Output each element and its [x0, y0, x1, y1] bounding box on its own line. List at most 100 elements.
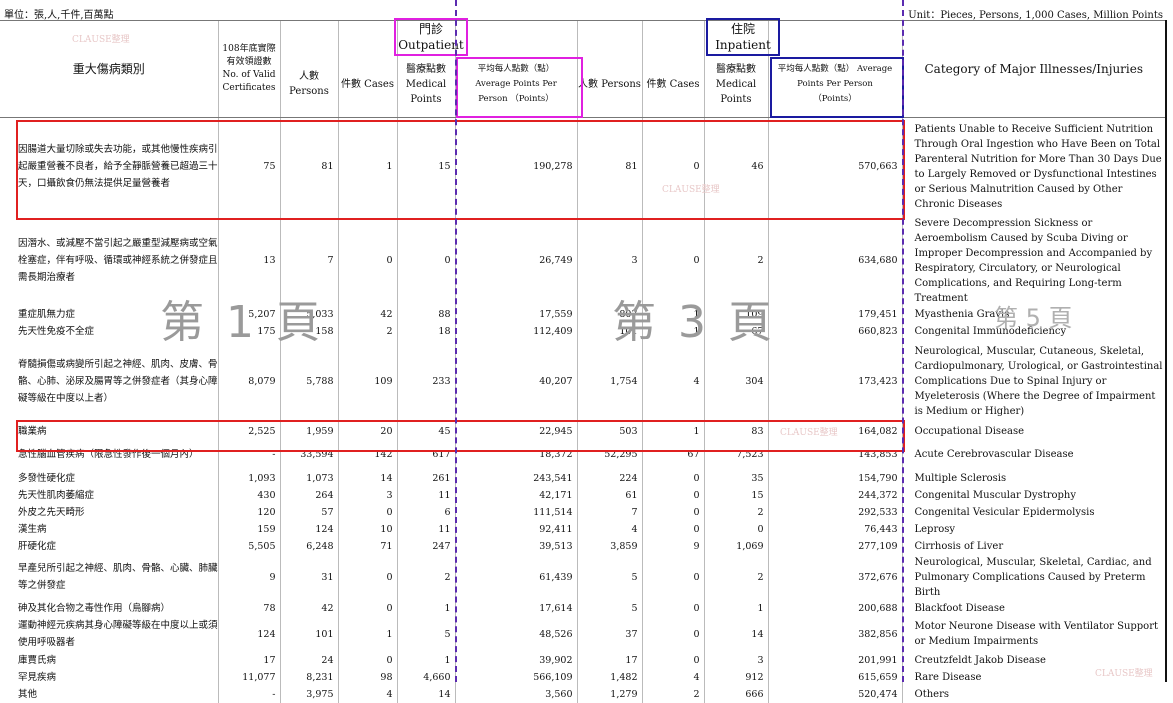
cell-category-en: Neurological, Muscular, Skeletal, Cardia… — [901, 554, 1165, 600]
cell-op-points: 1 — [396, 599, 455, 617]
cell-op-cases: 3 — [337, 486, 397, 504]
cell-op-points: 247 — [396, 537, 455, 555]
watermark-clause: CLAUSE整理 — [780, 428, 838, 438]
cell-ip-persons: 5 — [576, 554, 642, 600]
cell-op-cases: 1 — [337, 616, 397, 652]
cell-ip-persons: 1,754 — [576, 339, 642, 423]
cell-op-points: 261 — [396, 469, 455, 487]
cell-ip-cases: 0 — [641, 520, 704, 538]
cell-op-avg: 3,560 — [454, 685, 577, 703]
cell-ip-points: 35 — [703, 469, 768, 487]
cell-op-points: 88 — [396, 305, 455, 323]
cell-op-points: 233 — [396, 339, 455, 423]
unit-bar: 單位：張,人,千件,百萬點 Unit：Pieces, Persons, 1,00… — [0, 0, 1173, 21]
cell-ip-points: 1,069 — [703, 537, 768, 555]
cell-ip-points: 912 — [703, 668, 768, 686]
cell-ip-avg: 201,991 — [767, 651, 902, 669]
cell-ip-avg: 634,680 — [767, 215, 902, 306]
cell-op-persons: 101 — [279, 616, 338, 652]
outpatient-avg-highlight — [456, 57, 583, 118]
cell-ip-points: 666 — [703, 685, 768, 703]
cell-ip-points: 2 — [703, 554, 768, 600]
cell-op-points: 5 — [396, 616, 455, 652]
cell-op-persons: 42 — [279, 599, 338, 617]
cell-op-avg: 112,409 — [454, 322, 577, 340]
cell-ip-persons: 61 — [576, 486, 642, 504]
cell-op-cases: 0 — [337, 215, 397, 306]
cell-op-cases: 2 — [337, 322, 397, 340]
cell-ip-cases: 0 — [641, 599, 704, 617]
cell-op-cases: 71 — [337, 537, 397, 555]
cell-ip-avg: 382,856 — [767, 616, 902, 652]
cell-ip-cases: 2 — [641, 685, 704, 703]
cell-ip-persons: 1,279 — [576, 685, 642, 703]
header-category-en: Category of Major Illnesses/Injuries — [901, 20, 1165, 118]
cell-op-avg: 111,514 — [454, 503, 577, 521]
cell-category-zh: 外皮之先天畸形 — [18, 506, 85, 518]
table-row: 漢生病 159 124 10 11 92,411 4 0 0 76,443 Leprosy — [0, 520, 1165, 538]
cell-op-cases: 14 — [337, 469, 397, 487]
table-row: 砷及其化合物之毒性作用（烏腳病） 78 42 0 1 17,614 5 0 1 200,688 Bl… — [0, 599, 1165, 617]
cell-ip-avg: 200,688 — [767, 599, 902, 617]
cell-op-cases: 10 — [337, 520, 397, 538]
unit-right: Unit：Pieces, Persons, 1,000 Cases, Milli… — [908, 10, 1163, 21]
cell-ip-persons: 4 — [576, 520, 642, 538]
cell-ip-persons: 5 — [576, 599, 642, 617]
right-border — [1165, 20, 1167, 682]
cell-op-avg: 39,902 — [454, 651, 577, 669]
cell-category-zh: 其他 — [18, 688, 38, 700]
table-row: 運動神經元疾病其身心障礙等級在中度以上或須使用呼吸器者 124 101 1 5 48,52… — [0, 616, 1165, 652]
cell-ip-cases: 0 — [641, 554, 704, 600]
cell-op-cases: 0 — [337, 503, 397, 521]
cell-ip-avg: 179,451 — [767, 305, 902, 323]
cell-op-persons: 124 — [279, 520, 338, 538]
cell-ip-cases: 0 — [641, 651, 704, 669]
cell-op-avg: 39,513 — [454, 537, 577, 555]
cell-certs: 120 — [217, 503, 280, 521]
cell-ip-avg: 244,372 — [767, 486, 902, 504]
cell-category-zh: 漢生病 — [18, 523, 47, 535]
cell-op-points: 6 — [396, 503, 455, 521]
cell-ip-avg: 173,423 — [767, 339, 902, 423]
cell-ip-avg: 372,676 — [767, 554, 902, 600]
cell-category-en: Multiple Sclerosis — [901, 469, 1165, 487]
cell-category-zh: 肝硬化症 — [18, 540, 57, 552]
dashed-divider-left — [455, 0, 457, 682]
cell-ip-avg: 615,659 — [767, 668, 902, 686]
cell-op-persons: 3,975 — [279, 685, 338, 703]
cell-category-zh: 運動神經元疾病其身心障礙等級在中度以上或須使用呼吸器者 — [18, 620, 218, 648]
cell-category-zh: 砷及其化合物之毒性作用（烏腳病） — [18, 602, 171, 614]
cell-op-points: 1 — [396, 651, 455, 669]
cell-ip-points: 14 — [703, 616, 768, 652]
cell-category-zh: 庫賈氏病 — [18, 654, 57, 666]
cell-category-en: Patients Unable to Receive Sufficient Nu… — [901, 117, 1165, 216]
cell-category-en: Acute Cerebrovascular Disease — [901, 439, 1165, 470]
cell-certs: 5,505 — [217, 537, 280, 555]
table-row: 多發性硬化症 1,093 1,073 14 261 243,541 224 0 35 154,79… — [0, 469, 1165, 487]
header-op-cases: 件數 Cases — [337, 20, 397, 118]
cell-op-avg: 566,109 — [454, 668, 577, 686]
cell-op-points: 0 — [396, 215, 455, 306]
cell-category-en: Motor Neurone Disease with Ventilator Su… — [901, 616, 1165, 652]
cell-ip-persons: 7 — [576, 503, 642, 521]
cell-ip-cases: 0 — [641, 503, 704, 521]
cell-op-persons: 57 — [279, 503, 338, 521]
cell-op-cases: 98 — [337, 668, 397, 686]
cell-ip-persons: 37 — [576, 616, 642, 652]
cell-category-en: Blackfoot Disease — [901, 599, 1165, 617]
cell-op-avg: 17,614 — [454, 599, 577, 617]
cell-certs: 8,079 — [217, 339, 280, 423]
cell-ip-cases: 9 — [641, 537, 704, 555]
watermark-page5: 第 5 頁 — [994, 304, 1073, 332]
cell-ip-cases: 0 — [641, 469, 704, 487]
cell-op-cases: 42 — [337, 305, 397, 323]
cell-op-points: 18 — [396, 322, 455, 340]
dashed-divider-right — [902, 0, 904, 682]
cell-op-points: 11 — [396, 520, 455, 538]
cell-certs: 11,077 — [217, 668, 280, 686]
cell-op-cases: 109 — [337, 339, 397, 423]
cell-certs: 78 — [217, 599, 280, 617]
cell-ip-avg: 520,474 — [767, 685, 902, 703]
watermark-page1: 第 1 頁 — [160, 297, 324, 348]
cell-op-persons: 24 — [279, 651, 338, 669]
